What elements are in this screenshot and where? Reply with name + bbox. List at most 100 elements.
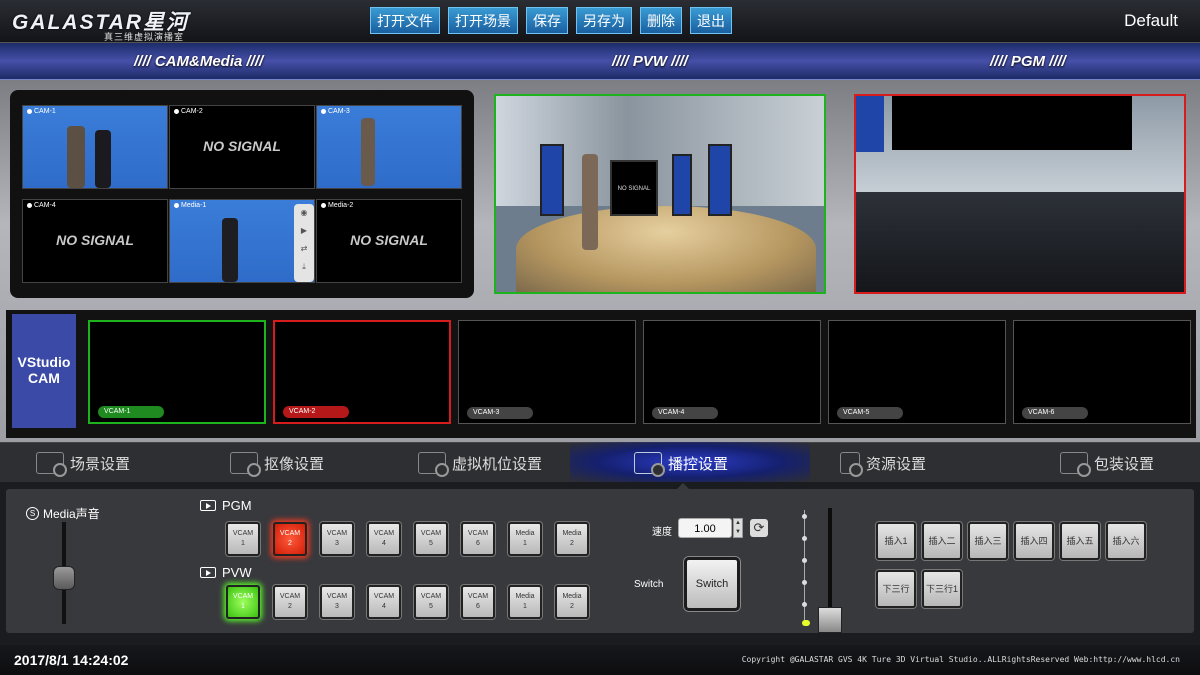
key-type: VCAM — [373, 530, 395, 537]
save-button[interactable]: 保存 — [526, 7, 568, 34]
save-as-button[interactable]: 另存为 — [576, 7, 632, 34]
file-menu: 打开文件 打开场景 保存 另存为 删除 退出 — [370, 7, 732, 35]
pvw-vcam-4-button[interactable]: VCAM 4 — [367, 585, 401, 619]
record-icon[interactable]: ◉ — [294, 204, 314, 222]
video-wall — [856, 96, 884, 152]
source-cam-2[interactable]: CAM-2 NO SIGNAL — [169, 105, 315, 189]
vcam-5-tile[interactable]: VCAM-5 — [828, 320, 1006, 424]
source-cam-4[interactable]: CAM-4 NO SIGNAL — [22, 199, 168, 283]
media-volume-slider[interactable] — [53, 566, 75, 590]
lower-third-1-button[interactable]: 下三行1 — [922, 570, 962, 608]
key-label: Media 1 — [515, 592, 534, 612]
open-scene-button[interactable]: 打开场景 — [448, 7, 518, 34]
pgm-media-2-button[interactable]: Media 2 — [555, 522, 589, 556]
pvw-media-2-button[interactable]: Media 2 — [555, 585, 589, 619]
insert-5-button[interactable]: 插入五 — [1060, 522, 1100, 560]
vcam-label: VCAM-5 — [837, 407, 903, 419]
download-icon[interactable]: ⤓ — [294, 258, 314, 276]
insert-2-button[interactable]: 插入二 — [922, 522, 962, 560]
pgm-vcam-3-button[interactable]: VCAM 3 — [320, 522, 354, 556]
key-number: 2 — [288, 603, 292, 610]
spin-down-icon[interactable]: ▼ — [734, 528, 742, 537]
vcam-1-tile[interactable]: VCAM-1 — [88, 320, 266, 424]
pvw-vcam-3-button[interactable]: VCAM 3 — [320, 585, 354, 619]
pgm-monitor[interactable] — [854, 94, 1186, 294]
tab-packaging-settings[interactable]: 包装设置 — [1060, 452, 1155, 477]
delete-button[interactable]: 删除 — [640, 7, 682, 34]
packaging-icon — [1060, 452, 1091, 477]
tab-label: 播控设置 — [668, 455, 729, 473]
insert-1-button[interactable]: 插入1 — [876, 522, 916, 560]
shuffle-icon[interactable]: ⇄ — [294, 240, 314, 258]
insert-3-button[interactable]: 插入三 — [968, 522, 1008, 560]
preset-name[interactable]: Default — [1124, 11, 1178, 31]
tab-label: 场景设置 — [70, 455, 131, 473]
tab-label: 虚拟机位设置 — [452, 455, 543, 473]
key-label: VCAM 6 — [468, 529, 488, 549]
speed-spinner[interactable]: ▲ ▼ — [733, 518, 743, 538]
exit-button[interactable]: 退出 — [690, 7, 732, 34]
key-label: VCAM 2 — [280, 592, 300, 612]
refresh-icon[interactable]: ⟳ — [750, 519, 768, 537]
lower-third-button[interactable]: 下三行 — [876, 570, 916, 608]
key-label: VCAM 2 — [280, 529, 300, 549]
copyright-text: Copyright @GALASTAR GVS 4K Ture 3D Virtu… — [741, 655, 1180, 664]
switch-button[interactable]: Switch — [684, 557, 740, 611]
vcam-label: VCAM-6 — [1022, 407, 1088, 419]
pgm-vcam-6-button[interactable]: VCAM 6 — [461, 522, 495, 556]
tbar-tick — [802, 602, 807, 607]
tbar-tick — [802, 536, 807, 541]
source-media-2[interactable]: Media-2 NO SIGNAL — [316, 199, 462, 283]
source-dot-icon — [27, 108, 32, 114]
key-label: VCAM 3 — [327, 529, 347, 549]
vcam-6-tile[interactable]: VCAM-6 — [1013, 320, 1191, 424]
vstudio-cam-strip: VStudio CAM VCAM-1 VCAM-2 VCAM-3 VCAM-4 … — [6, 310, 1196, 438]
key-label: VCAM 4 — [374, 592, 394, 612]
vcam-4-tile[interactable]: VCAM-4 — [643, 320, 821, 424]
switch-label: Switch — [634, 579, 664, 590]
pgm-vcam-5-button[interactable]: VCAM 5 — [414, 522, 448, 556]
vstudio-label: VStudio CAM — [12, 314, 76, 428]
key-label: VCAM 3 — [327, 592, 347, 612]
pgm-vcam-4-button[interactable]: VCAM 4 — [367, 522, 401, 556]
spin-up-icon[interactable]: ▲ — [734, 519, 742, 528]
pvw-monitor[interactable]: NO SIGNAL — [494, 94, 826, 294]
pvw-vcam-6-button[interactable]: VCAM 6 — [461, 585, 495, 619]
pvw-vcam-5-button[interactable]: VCAM 5 — [414, 585, 448, 619]
tab-scene-settings[interactable]: 场景设置 — [36, 452, 131, 477]
source-dot-icon — [27, 202, 32, 208]
pvw-media-1-button[interactable]: Media 1 — [508, 585, 542, 619]
insert-6-button[interactable]: 插入六 — [1106, 522, 1146, 560]
camera-list-icon — [418, 452, 449, 477]
tab-keying-settings[interactable]: 抠像设置 — [230, 452, 324, 477]
vcam-2-tile[interactable]: VCAM-2 — [273, 320, 451, 424]
source-cam-1[interactable]: CAM-1 — [22, 105, 168, 189]
insert-4-button[interactable]: 插入四 — [1014, 522, 1054, 560]
key-number: 1 — [523, 603, 527, 610]
source-label: Media-1 — [174, 202, 206, 209]
tab-resource-settings[interactable]: 资源设置 — [840, 452, 926, 477]
tbar-tick — [802, 558, 807, 563]
pgm-vcam-1-button[interactable]: VCAM 1 — [226, 522, 260, 556]
media-audio-text: Media声音 — [43, 507, 100, 521]
source-cam-3[interactable]: CAM-3 — [316, 105, 462, 189]
speed-input[interactable]: 1.00 — [678, 518, 732, 538]
open-file-button[interactable]: 打开文件 — [370, 7, 440, 34]
pgm-vcam-2-button[interactable]: VCAM 2 — [273, 522, 307, 556]
tab-playback-control-settings[interactable]: 播控设置 — [634, 452, 729, 477]
source-media-1[interactable]: Media-1 ◉ ▶ ⇄ ⤓ — [169, 199, 315, 283]
tab-virtual-camera-settings[interactable]: 虚拟机位设置 — [418, 452, 543, 477]
vcam-3-tile[interactable]: VCAM-3 — [458, 320, 636, 424]
pvw-vcam-2-button[interactable]: VCAM 2 — [273, 585, 307, 619]
tbar-handle[interactable] — [818, 607, 842, 633]
pvw-vcam-1-button[interactable]: VCAM 1 — [226, 585, 260, 619]
tab-label: 包装设置 — [1094, 455, 1155, 473]
media-controls: ◉ ▶ ⇄ ⤓ — [294, 204, 314, 282]
source-label: Media-2 — [321, 202, 353, 209]
presenter-figure — [361, 118, 375, 186]
pgm-media-1-button[interactable]: Media 1 — [508, 522, 542, 556]
media-audio-label: S Media声音 — [26, 505, 100, 522]
pgm-row-label: PGM — [200, 498, 252, 513]
key-number: 3 — [335, 603, 339, 610]
play-icon[interactable]: ▶ — [294, 222, 314, 240]
